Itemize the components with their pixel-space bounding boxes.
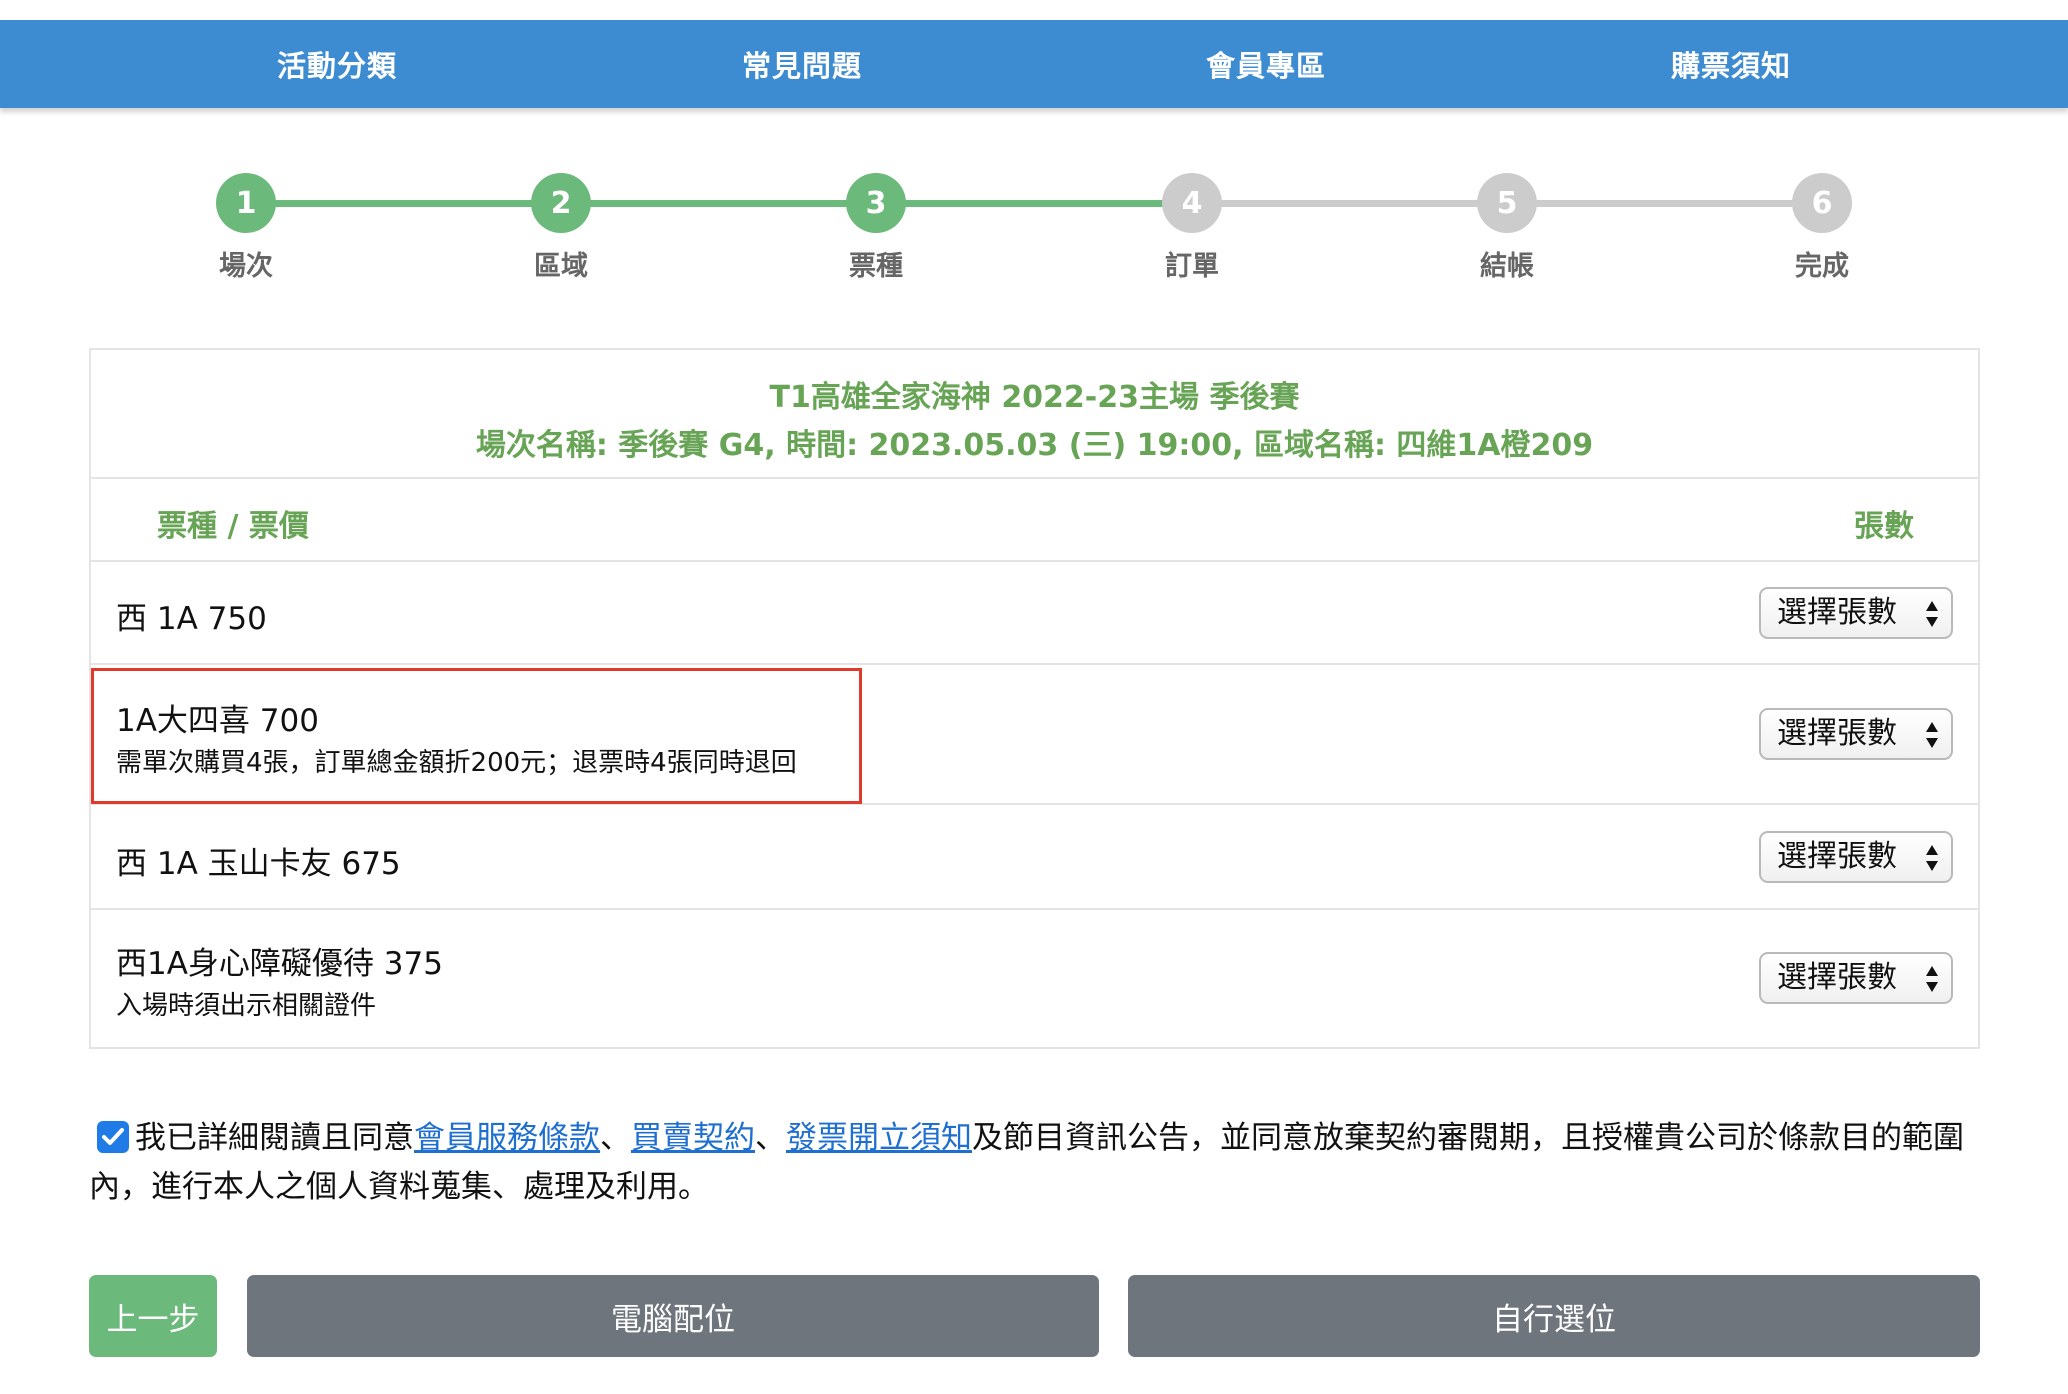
quantity-select[interactable]: 選擇張數 (1759, 708, 1953, 760)
quantity-select[interactable]: 選擇張數 (1759, 952, 1953, 1004)
member-terms-link[interactable]: 會員服務條款 (414, 1120, 600, 1156)
select-arrows-icon (1926, 601, 1938, 627)
step-3-label: 票種 (849, 251, 903, 282)
highlight-box (91, 668, 862, 804)
ticket-name: 西1A身心障礙優待 375 (116, 946, 443, 982)
nav-item-categories[interactable]: 活動分類 (187, 20, 487, 108)
agreement-checkbox[interactable] (97, 1121, 129, 1153)
select-arrows-icon (1926, 966, 1938, 992)
agreement-prefix: 我已詳細閱讀且同意 (135, 1120, 414, 1156)
select-arrows-icon (1926, 722, 1938, 748)
step-3-circle: 3 (846, 173, 906, 233)
step-6-label: 完成 (1795, 251, 1849, 282)
ticket-row: 西 1A 750 選擇張數 (91, 562, 1978, 665)
step-2-circle: 2 (531, 173, 591, 233)
self-select-seat-button[interactable]: 自行選位 (1128, 1275, 1980, 1357)
nav-item-ticket-info[interactable]: 購票須知 (1581, 20, 1881, 108)
agreement-text: 我已詳細閱讀且同意會員服務條款、買賣契約、發票開立須知及節目資訊公告，並同意放棄… (89, 1114, 1980, 1212)
sales-contract-link[interactable]: 買賣契約 (631, 1120, 755, 1156)
quantity-select[interactable]: 選擇張數 (1759, 587, 1953, 639)
step-1-circle: 1 (216, 173, 276, 233)
quantity-select-label: 選擇張數 (1777, 960, 1897, 995)
step-6-circle: 6 (1792, 173, 1852, 233)
nav-item-member[interactable]: 會員專區 (1116, 20, 1416, 108)
stepper-line-done (246, 200, 1192, 207)
ticket-name: 西 1A 玉山卡友 675 (116, 846, 401, 882)
column-ticket-type: 票種 / 票價 (157, 509, 309, 544)
step-1-label: 場次 (219, 251, 273, 282)
ticket-name: 西 1A 750 (116, 601, 267, 637)
event-title: T1高雄全家海神 2022-23主場 季後賽 (769, 380, 1300, 415)
step-5-circle: 5 (1477, 173, 1537, 233)
step-2-label: 區域 (534, 251, 588, 282)
separator: 、 (600, 1120, 631, 1156)
step-4-circle: 4 (1162, 173, 1222, 233)
ticket-row: 西 1A 玉山卡友 675 選擇張數 (91, 805, 1978, 910)
top-nav: 活動分類 常見問題 會員專區 購票須知 (0, 20, 2068, 108)
ticket-row: 西1A身心障礙優待 375 入場時須出示相關證件 選擇張數 (91, 910, 1978, 1049)
previous-step-button[interactable]: 上一步 (89, 1275, 217, 1357)
step-4-label: 訂單 (1165, 251, 1219, 282)
separator: 、 (755, 1120, 786, 1156)
checkmark-icon (102, 1128, 124, 1145)
progress-stepper: 1 2 3 4 5 6 場次 區域 票種 訂單 結帳 完成 (0, 160, 2068, 290)
ticket-note: 入場時須出示相關證件 (116, 991, 377, 1021)
quantity-select[interactable]: 選擇張數 (1759, 831, 1953, 883)
step-5-label: 結帳 (1480, 251, 1534, 282)
nav-item-faq[interactable]: 常見問題 (652, 20, 952, 108)
quantity-select-label: 選擇張數 (1777, 595, 1897, 630)
select-arrows-icon (1926, 845, 1938, 871)
quantity-select-label: 選擇張數 (1777, 716, 1897, 751)
auto-seat-button[interactable]: 電腦配位 (247, 1275, 1099, 1357)
event-header: T1高雄全家海神 2022-23主場 季後賽 場次名稱: 季後賽 G4, 時間:… (91, 350, 1978, 479)
column-quantity: 張數 (1854, 509, 1914, 544)
table-header: 票種 / 票價 張數 (91, 479, 1978, 562)
event-details: 場次名稱: 季後賽 G4, 時間: 2023.05.03 (三) 19:00, … (475, 428, 1594, 463)
invoice-notice-link[interactable]: 發票開立須知 (786, 1120, 972, 1156)
quantity-select-label: 選擇張數 (1777, 839, 1897, 874)
